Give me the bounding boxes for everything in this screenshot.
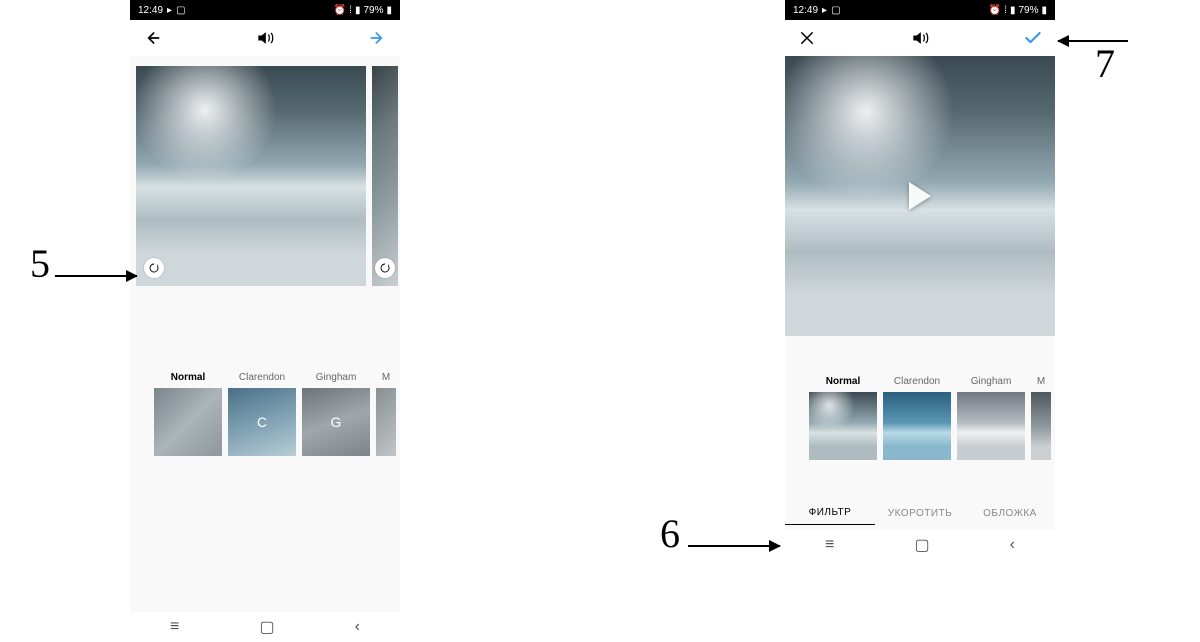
battery-icon: ▮ — [1041, 5, 1047, 16]
filter-preview — [154, 388, 222, 456]
filter-item-gingham[interactable]: Gingham G — [302, 372, 370, 456]
app-header — [130, 20, 400, 56]
sound-icon[interactable] — [255, 28, 275, 48]
phone-screen-a: 12:49 ▸ ▢ ⏰ ⁞ ▮ 79% ▮ — [130, 0, 400, 642]
annotation-6: 6 — [660, 510, 680, 557]
tab-filter[interactable]: ФИЛЬТР — [785, 501, 875, 525]
filter-item-normal[interactable]: Normal — [154, 372, 222, 456]
android-navbar: ≡ ▢ ‹ — [130, 612, 400, 642]
wifi-icon: ⁞ — [349, 5, 352, 16]
filter-item-more[interactable]: M — [376, 372, 396, 456]
filter-preview — [376, 388, 396, 456]
filter-label: Gingham — [957, 376, 1025, 388]
battery-icon: ▮ — [386, 5, 392, 16]
filter-item-more[interactable]: M — [1031, 376, 1051, 460]
annotation-5: 5 — [30, 240, 50, 287]
media-thumbnail-1[interactable] — [136, 66, 366, 286]
filter-preview: G — [302, 388, 370, 456]
filter-item-clarendon[interactable]: Clarendon C — [228, 372, 296, 456]
filter-strip: Normal Clarendon C Gingham G M — [130, 292, 400, 462]
image-icon: ▢ — [831, 5, 840, 16]
status-bar: 12:49 ▸ ▢ ⏰ ⁞ ▮ 79% ▮ — [130, 0, 400, 20]
home-icon[interactable]: ▢ — [914, 535, 929, 555]
annotation-7: 7 — [1095, 40, 1115, 87]
confirm-check-icon[interactable] — [1023, 28, 1043, 48]
sound-icon[interactable] — [910, 28, 930, 48]
annotation-number: 6 — [660, 510, 680, 557]
nav-back-icon[interactable]: ‹ — [1010, 536, 1015, 554]
filter-preview: C — [228, 388, 296, 456]
recent-apps-icon[interactable]: ≡ — [825, 536, 834, 554]
filter-preview — [1031, 392, 1051, 460]
video-icon: ▸ — [167, 5, 172, 16]
spacer — [785, 466, 1055, 496]
filter-label: Normal — [809, 376, 877, 388]
home-icon[interactable]: ▢ — [259, 617, 274, 637]
filter-label: Normal — [154, 372, 222, 384]
annotation-number: 5 — [30, 240, 50, 287]
edit-tabs: ФИЛЬТР УКОРОТИТЬ ОБЛОЖКА — [785, 496, 1055, 530]
android-navbar: ≡ ▢ ‹ — [785, 530, 1055, 560]
recent-apps-icon[interactable]: ≡ — [170, 618, 179, 636]
filter-preview — [883, 392, 951, 460]
wifi-icon: ⁞ — [1004, 5, 1007, 16]
close-icon[interactable] — [797, 28, 817, 48]
tab-cover[interactable]: ОБЛОЖКА — [965, 502, 1055, 525]
annotation-6-arrow — [688, 545, 780, 547]
annotation-number: 7 — [1095, 40, 1115, 87]
filter-item-normal[interactable]: Normal — [809, 376, 877, 460]
alarm-icon: ⏰ — [989, 5, 1001, 16]
app-header — [785, 20, 1055, 56]
next-arrow-icon[interactable] — [368, 28, 388, 48]
filter-item-clarendon[interactable]: Clarendon — [883, 376, 951, 460]
filter-strip: Normal Clarendon Gingham M — [785, 336, 1055, 466]
annotation-7-arrow — [1058, 40, 1128, 42]
filter-label: Clarendon — [883, 376, 951, 388]
boomerang-badge-icon[interactable] — [375, 258, 395, 278]
status-time: 12:49 — [138, 5, 163, 16]
filter-preview — [809, 392, 877, 460]
media-thumbnail-2[interactable] — [372, 66, 398, 286]
phone-screen-b: 12:49 ▸ ▢ ⏰ ⁞ ▮ 79% ▮ Normal — [785, 0, 1055, 560]
status-time: 12:49 — [793, 5, 818, 16]
video-icon: ▸ — [822, 5, 827, 16]
status-bar: 12:49 ▸ ▢ ⏰ ⁞ ▮ 79% ▮ — [785, 0, 1055, 20]
signal-icon: ▮ — [355, 5, 361, 16]
media-preview-area — [130, 56, 400, 292]
filter-item-gingham[interactable]: Gingham — [957, 376, 1025, 460]
play-icon[interactable] — [909, 182, 931, 210]
image-icon: ▢ — [176, 5, 185, 16]
signal-icon: ▮ — [1010, 5, 1016, 16]
filter-label: M — [1031, 376, 1051, 388]
battery-text: 79% — [1018, 5, 1038, 16]
filter-label: Clarendon — [228, 372, 296, 384]
annotation-5-arrow — [55, 275, 137, 277]
filter-preview — [957, 392, 1025, 460]
nav-back-icon[interactable]: ‹ — [355, 618, 360, 636]
filter-label: Gingham — [302, 372, 370, 384]
video-preview[interactable] — [785, 56, 1055, 336]
boomerang-badge-icon[interactable] — [144, 258, 164, 278]
tab-trim[interactable]: УКОРОТИТЬ — [875, 502, 965, 525]
alarm-icon: ⏰ — [334, 5, 346, 16]
back-arrow-icon[interactable] — [142, 28, 162, 48]
filter-label: M — [376, 372, 396, 384]
spacer — [130, 462, 400, 612]
battery-text: 79% — [363, 5, 383, 16]
